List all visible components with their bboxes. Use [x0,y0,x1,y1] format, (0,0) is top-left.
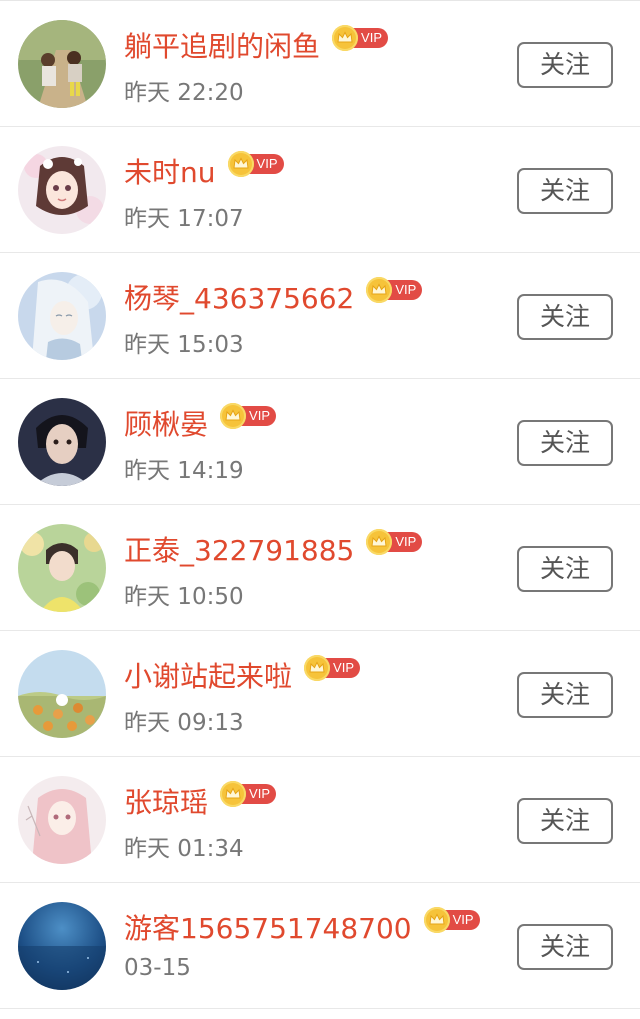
avatar[interactable] [18,902,106,990]
vip-badge: VIP [423,907,480,933]
timestamp: 03-15 [124,955,191,981]
follow-button[interactable]: 关注 [517,420,613,466]
avatar[interactable] [18,776,106,864]
follow-button[interactable]: 关注 [517,42,613,88]
avatar[interactable] [18,650,106,738]
list-item[interactable]: 正泰_322791885 VIP 昨天 10:50 关注 [0,505,640,631]
follow-button[interactable]: 关注 [517,924,613,970]
username[interactable]: 未时nu [124,151,216,191]
follow-button[interactable]: 关注 [517,798,613,844]
timestamp: 昨天 15:03 [124,332,244,358]
follower-list: 躺平追剧的闲鱼 VIP 昨天 22:20 关注 未时nu VIP 昨天 17:0… [0,0,640,1019]
follow-button[interactable]: 关注 [517,168,613,214]
timestamp: 昨天 17:07 [124,206,244,232]
username[interactable]: 张琼瑶 [124,781,208,821]
follow-button[interactable]: 关注 [517,672,613,718]
list-item[interactable]: 顾楸晏 VIP 昨天 14:19 关注 [0,379,640,505]
vip-badge: VIP [220,781,277,807]
crown-icon [227,151,254,177]
list-item[interactable]: 张琼瑶 VIP 昨天 01:34 关注 [0,757,640,883]
username[interactable]: 杨琴_436375662 [124,277,354,317]
list-item[interactable]: 小谢站起来啦 VIP 昨天 09:13 关注 [0,631,640,757]
avatar[interactable] [18,524,106,612]
crown-icon [366,277,393,303]
avatar[interactable] [18,146,106,234]
vip-badge: VIP [332,25,389,51]
vip-badge: VIP [227,151,284,177]
list-item[interactable]: 未时nu VIP 昨天 17:07 关注 [0,127,640,253]
crown-icon [220,403,247,429]
timestamp: 昨天 10:50 [124,584,244,610]
follow-button[interactable]: 关注 [517,294,613,340]
username[interactable]: 正泰_322791885 [124,529,354,569]
timestamp: 昨天 01:34 [124,836,244,862]
crown-icon [423,907,450,933]
avatar[interactable] [18,272,106,360]
timestamp: 昨天 09:13 [124,710,244,736]
vip-badge: VIP [366,277,423,303]
vip-badge: VIP [220,403,277,429]
crown-icon [366,529,393,555]
timestamp: 昨天 14:19 [124,458,244,484]
crown-icon [220,781,247,807]
crown-icon [332,25,359,51]
username[interactable]: 游客1565751748700 [124,907,412,947]
list-item[interactable]: 躺平追剧的闲鱼 VIP 昨天 22:20 关注 [0,1,640,127]
vip-badge: VIP [304,655,361,681]
list-item[interactable]: 杨琴_436375662 VIP 昨天 15:03 关注 [0,253,640,379]
username[interactable]: 躺平追剧的闲鱼 [124,25,320,65]
follow-button[interactable]: 关注 [517,546,613,592]
crown-icon [304,655,331,681]
username[interactable]: 小谢站起来啦 [124,655,292,695]
username[interactable]: 顾楸晏 [124,403,208,443]
timestamp: 昨天 22:20 [124,80,244,106]
avatar[interactable] [18,20,106,108]
avatar[interactable] [18,398,106,486]
list-item[interactable]: 游客1565751748700 VIP 03-15 关注 [0,883,640,1009]
vip-badge: VIP [366,529,423,555]
